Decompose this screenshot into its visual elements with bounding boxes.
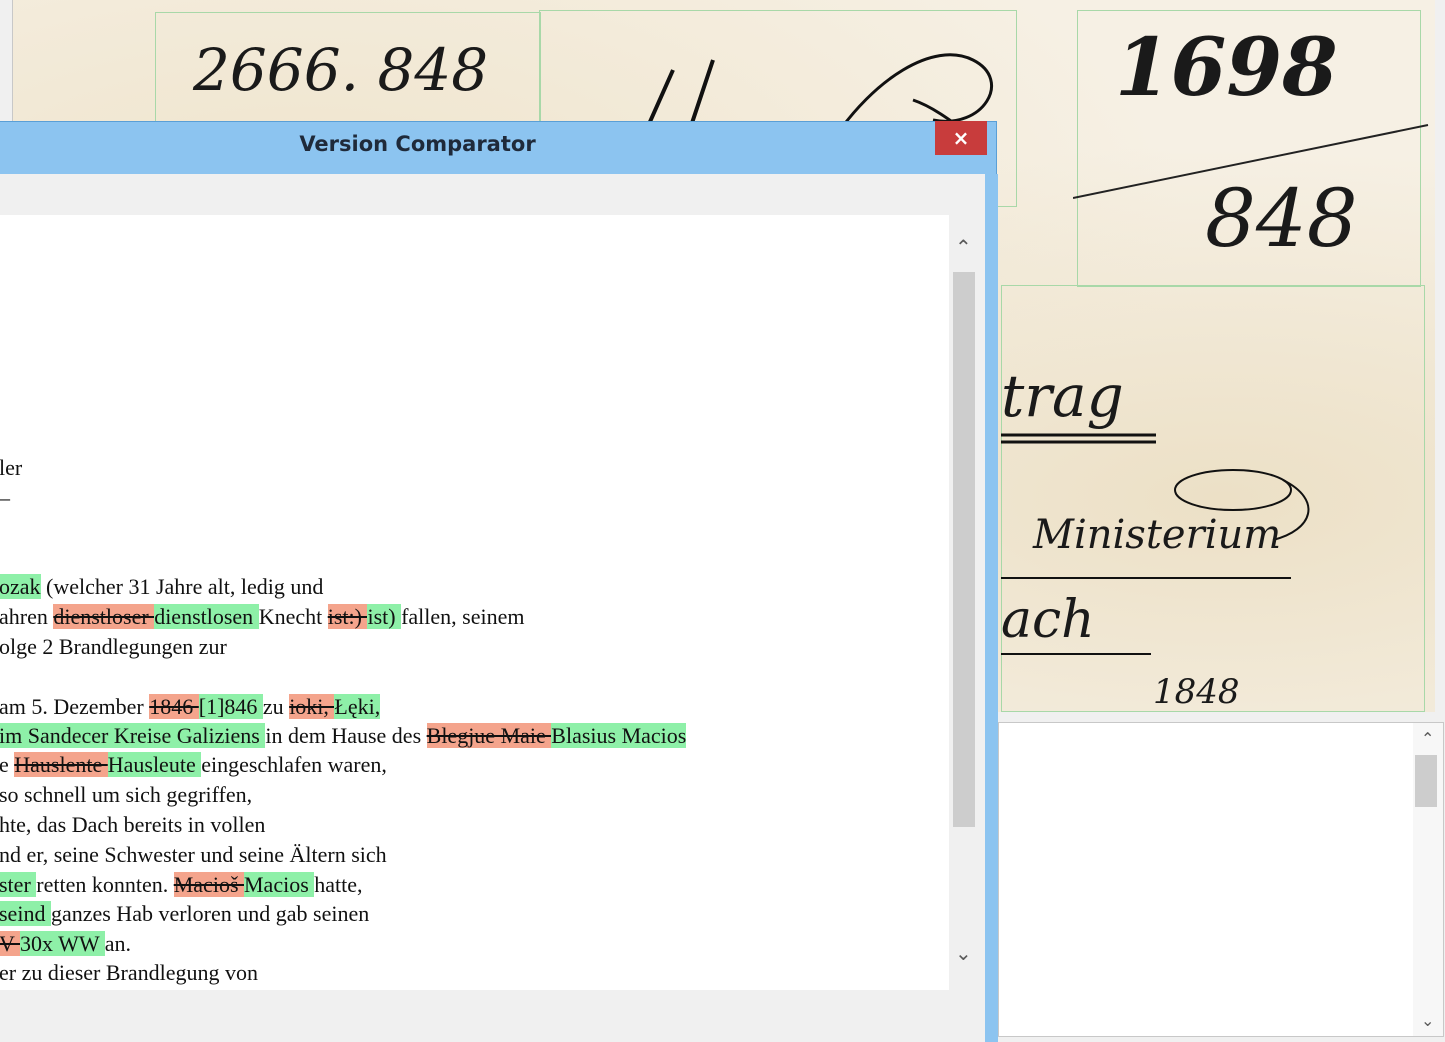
unchanged-text: Knecht <box>258 604 328 629</box>
chevron-down-icon[interactable]: ⌄ <box>1421 1011 1434 1030</box>
deleted-text: Hauslente <box>14 752 108 777</box>
handwritten-number: 1698 <box>1115 20 1338 114</box>
handwritten-word: Ministerium <box>1033 512 1282 558</box>
unchanged-text: hatte, <box>314 872 363 897</box>
inserted-text: Łęki, <box>334 694 381 719</box>
handwritten-number: 2666. 848 <box>193 36 489 104</box>
unchanged-text: olge 2 Brandlegungen zur <box>0 634 227 659</box>
transcription-panel[interactable]: ⌃ ⌄ <box>998 722 1444 1037</box>
inserted-text: dienstlosen <box>154 604 259 629</box>
dialog-title: Version Comparator <box>299 132 536 156</box>
deleted-text: V <box>0 931 20 956</box>
unchanged-text: ahren <box>0 604 54 629</box>
inserted-text: Blasius Macios <box>551 723 687 748</box>
dialog-title-bar[interactable]: Version Comparator × <box>0 121 996 172</box>
unchanged-text: – <box>0 485 10 510</box>
comparison-scrollbar-thumb[interactable] <box>953 272 975 827</box>
unchanged-text: eingeschlafen waren, <box>201 752 387 777</box>
panel-scrollbar-thumb[interactable] <box>1415 755 1437 807</box>
unchanged-text: er zu dieser Brandlegung von <box>0 960 259 985</box>
comparison-line: ster retten konnten. Macioš Macios hatte… <box>0 870 363 900</box>
unchanged-text: ganzes Hab verloren und gab seinen <box>50 901 370 926</box>
strike-line <box>1073 124 1429 199</box>
inserted-text: ozak <box>0 574 41 599</box>
comparison-line: nd er, seine Schwester und seine Ältern … <box>0 840 387 870</box>
unchanged-text: e <box>0 752 15 777</box>
unchanged-text: zu <box>262 694 290 719</box>
handwritten-number: 1848 <box>1153 672 1240 712</box>
unchanged-text: retten konnten. <box>36 872 174 897</box>
unchanged-text: am 5. Dezember <box>0 694 150 719</box>
comparison-scrollbar[interactable]: ⌃ ⌄ <box>949 215 979 990</box>
unchanged-text: nd er, seine Schwester und seine Ältern … <box>0 842 387 867</box>
unchanged-text: (welcher 31 Jahre alt, ledig und <box>40 574 324 599</box>
dialog-client-area: ler – ozak (welcher 31 Jahre alt, ledig un… <box>0 174 985 1042</box>
comparison-line: so schnell um sich gegriffen, <box>0 780 252 810</box>
comparison-line: hte, das Dach bereits in vollen <box>0 810 265 840</box>
deleted-text: ist:) <box>327 604 368 629</box>
inserted-text: ist) <box>367 604 402 629</box>
close-button[interactable]: × <box>935 121 987 155</box>
handwritten-word: ach <box>1001 590 1095 650</box>
inserted-text: [1]846 <box>198 694 263 719</box>
unchanged-text: so schnell um sich gegriffen, <box>0 782 253 807</box>
deleted-text: Macioš <box>173 872 244 897</box>
inserted-text: seind <box>0 901 51 926</box>
deleted-text: 1846 <box>149 694 199 719</box>
comparison-line: er zu dieser Brandlegung von <box>0 958 258 988</box>
panel-scrollbar[interactable]: ⌃ ⌄ <box>1413 723 1443 1036</box>
inserted-text: 30x WW <box>20 931 105 956</box>
comparison-line: – <box>0 483 10 513</box>
comparison-line: ahren dienstloser dienstlosen Knecht ist… <box>0 602 524 632</box>
comparison-line: olge 2 Brandlegungen zur <box>0 632 227 662</box>
comparison-line: e Hauslente Hausleute eingeschlafen ware… <box>0 750 387 780</box>
comparison-line: am 5. Dezember 1846 [1]846 zu ioki, Łęki… <box>0 692 381 722</box>
inserted-text: Hausleute <box>107 752 202 777</box>
comparison-text-area[interactable]: ler – ozak (welcher 31 Jahre alt, ledig un… <box>0 215 949 990</box>
inserted-text: Macios <box>244 872 315 897</box>
underline <box>1001 653 1151 655</box>
deleted-text: ioki, <box>289 694 335 719</box>
inserted-text: im Sandecer Kreise Galiziens <box>0 723 266 748</box>
chevron-up-icon[interactable]: ⌃ <box>955 235 972 259</box>
handwritten-word: trag <box>1001 362 1124 430</box>
chevron-up-icon[interactable]: ⌃ <box>1421 729 1434 748</box>
comparison-line: ler <box>0 453 22 483</box>
comparison-line: im Sandecer Kreise Galiziens in dem Haus… <box>0 721 687 751</box>
comparison-line: seind ganzes Hab verloren und gab seinen <box>0 899 369 929</box>
unchanged-text: ler <box>0 455 23 480</box>
unchanged-text: hte, das Dach bereits in vollen <box>0 812 266 837</box>
chevron-down-icon[interactable]: ⌄ <box>955 941 972 965</box>
deleted-text: dienstloser <box>53 604 155 629</box>
comparison-line: ozak (welcher 31 Jahre alt, ledig und <box>0 572 323 602</box>
underline <box>1001 433 1156 444</box>
dialog-border <box>985 174 998 1042</box>
unchanged-text: in dem Hause des <box>265 723 427 748</box>
inserted-text: ster <box>0 872 37 897</box>
unchanged-text: an. <box>104 931 131 956</box>
underline <box>1001 577 1291 579</box>
unchanged-text: fallen, seinem <box>401 604 525 629</box>
comparison-line: V 30x WW an. <box>0 929 131 959</box>
version-comparator-dialog: Version Comparator × ler – ozak (welcher 3… <box>0 121 998 1042</box>
deleted-text: Blegjue Maie <box>426 723 552 748</box>
